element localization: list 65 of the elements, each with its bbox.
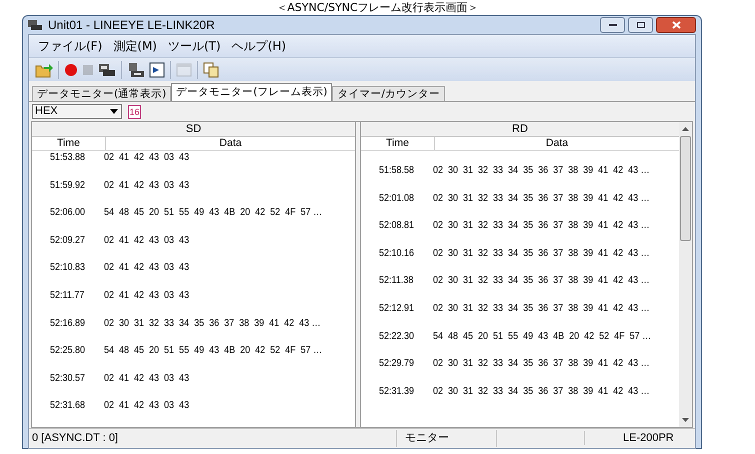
data-cell-text: 02 30 31 32 33 34 35 36 37 38 39 41 42 43 … (432, 219, 650, 232)
column-header[interactable]: Time (32, 137, 106, 150)
data-cell-text: 02 30 31 32 33 34 35 36 37 38 39 41 42 43 … (432, 274, 650, 288)
app-icon (28, 19, 42, 31)
time-cell-text: 52:01.08 (378, 192, 416, 205)
time-cell-text: 52:12.91 (378, 302, 416, 315)
data-cell-text: 02 30 31 32 33 34 35 36 37 38 39 41 42 43 … (432, 384, 650, 398)
column-group-header: RD (361, 122, 679, 137)
time-cell-text: 52:30.57 (49, 372, 86, 385)
data-cell-text: 02 30 31 32 33 34 35 36 37 38 39 41 42 43 … (432, 246, 650, 260)
close-button[interactable] (656, 17, 696, 33)
data-cell-text: 02 30 31 32 33 34 35 36 37 38 39 41 42 43 … (103, 316, 321, 330)
column-header[interactable]: Time (361, 137, 435, 150)
status-text: モニター (397, 430, 497, 447)
menu-item[interactable]: ヘルプ(H) (226, 37, 292, 55)
close-icon (672, 21, 680, 29)
time-cell-text: 51:58.58 (378, 164, 416, 177)
data-cell-text: 02 41 42 43 03 43 (103, 151, 190, 164)
time-cell-text: 52:31.68 (49, 399, 86, 412)
maximize-button[interactable] (628, 17, 653, 33)
time-cell-text: 52:09.27 (49, 234, 86, 247)
window-title: Unit01 - LINEEYE LE-LINK20R (48, 17, 215, 34)
time-cell-text: 52:10.16 (378, 246, 416, 260)
tab[interactable]: タイマー/カウンター (332, 86, 445, 101)
data-cell-text: 02 30 31 32 33 34 35 36 37 38 39 41 42 43 … (432, 164, 650, 177)
time-cell-text: 52:25.80 (49, 344, 86, 358)
data-cell-text: 02 30 31 32 33 34 35 36 37 38 39 41 42 43 … (432, 302, 650, 315)
hex-badge[interactable]: 16 (128, 104, 141, 118)
tab[interactable]: データモニター(フレーム表示) (171, 83, 332, 101)
column-group-header: SD (32, 122, 355, 137)
data-cell-text: 02 41 42 43 03 43 (103, 288, 190, 302)
column-header[interactable]: Data (435, 137, 679, 150)
data-cell-text: 02 41 42 43 03 43 (103, 234, 190, 247)
time-cell-text: 52:11.38 (378, 274, 414, 288)
data-cell-text: 54 48 45 20 51 55 49 43 4B 20 42 52 4F 57 … (432, 330, 652, 343)
tab[interactable]: データモニター(通常表示) (32, 86, 172, 101)
time-cell-text: 52:08.81 (378, 219, 416, 232)
data-cell-text: 02 41 42 43 03 43 (103, 178, 190, 192)
time-cell-text: 52:31.39 (378, 384, 416, 398)
data-cell-text: 02 30 31 32 33 34 35 36 37 38 39 41 42 43 … (432, 357, 650, 370)
time-cell-text: 52:29.79 (378, 357, 416, 370)
format-dropdown[interactable]: HEX (32, 104, 122, 119)
data-cell-text: 02 30 31 32 33 34 35 36 37 38 39 41 42 43 … (432, 192, 650, 205)
menu-item[interactable]: 測定(M) (108, 37, 162, 55)
data-cell-text: 02 41 42 43 03 43 (103, 372, 190, 385)
time-cell-text: 52:10.83 (49, 261, 86, 274)
data-cell-text: 54 48 45 20 51 55 49 43 4B 20 42 52 4F 57 … (103, 344, 322, 358)
time-cell-text: 51:53.88 (49, 151, 86, 164)
data-cell-text: 54 48 45 20 51 55 49 43 4B 20 42 52 4F 57 … (103, 206, 322, 220)
minimize-button[interactable] (600, 17, 625, 33)
page-caption: ＜ASYNC/SYNCフレーム改行表示画面＞ (276, 0, 479, 15)
menu-item[interactable]: ツール(T) (162, 37, 226, 55)
time-cell-text: 52:22.30 (378, 330, 416, 343)
status-text: 0 [ASYNC.DT : 0] (29, 430, 397, 447)
time-cell-text: 52:16.89 (49, 316, 86, 330)
time-cell-text: 52:06.00 (49, 206, 86, 220)
status-text: LE-200PR (622, 431, 674, 446)
data-cell-text: 02 41 42 43 03 43 (103, 399, 190, 412)
menu-item[interactable]: ファイル(F) (33, 37, 108, 55)
scrollbar[interactable] (679, 122, 692, 427)
caret-icon (110, 109, 118, 114)
data-cell-text: 02 41 42 43 03 43 (103, 261, 190, 274)
time-cell-text: 51:59.92 (49, 178, 86, 192)
column-header[interactable]: Data (106, 137, 355, 150)
time-cell-text: 52:11.77 (49, 288, 86, 302)
